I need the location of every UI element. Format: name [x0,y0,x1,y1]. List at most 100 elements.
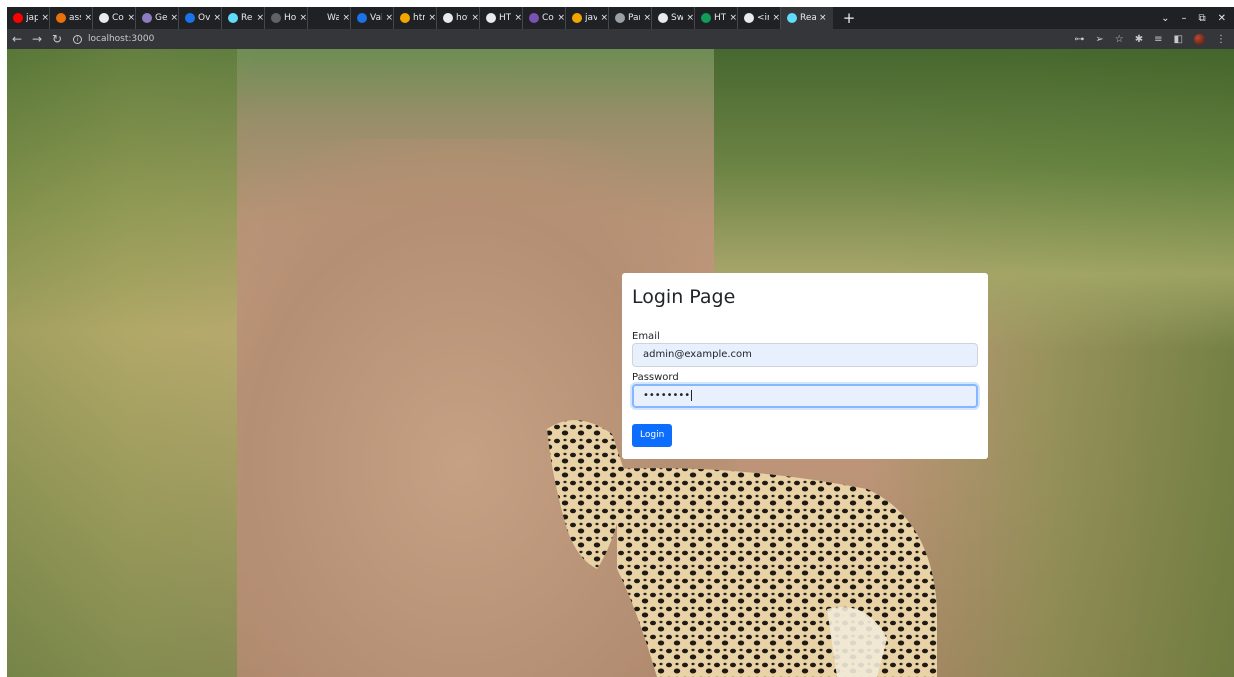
tab-close-icon[interactable]: × [385,13,393,23]
tab-close-icon[interactable]: × [84,13,92,23]
reload-icon[interactable]: ↻ [47,32,67,46]
profile-avatar[interactable] [1194,33,1205,45]
password-field[interactable]: •••••••• [632,384,978,408]
email-label: Email [632,331,660,342]
browser-tab[interactable]: japa× [7,7,50,29]
tab-favicon-icon [142,13,152,23]
browser-tab[interactable]: Vali× [351,7,394,29]
tab-favicon-icon [744,13,754,23]
tab-close-icon[interactable]: × [299,13,307,23]
extensions-area: ⊶ ➢ ☆ ✱ ≡ ◧ ⋮ [1074,33,1234,45]
browser-tab[interactable]: Rea× [222,7,265,29]
tab-close-icon[interactable]: × [471,13,479,23]
tab-title: japa [26,13,39,23]
login-card: Login Page Email admin@example.com Passw… [622,273,988,459]
tab-close-icon[interactable]: × [342,13,350,23]
menu-kebab-icon[interactable]: ⋮ [1216,34,1226,45]
tab-favicon-icon [314,13,324,23]
tab-title: htm [413,13,425,23]
tab-close-icon[interactable]: × [170,13,178,23]
tab-favicon-icon [443,13,453,23]
browser-tab[interactable]: Colo× [523,7,566,29]
browser-tab[interactable]: java× [566,7,609,29]
tab-title: Cop [112,13,124,23]
new-tab-button[interactable]: + [839,9,859,27]
browser-tab[interactable]: Hor× [265,7,308,29]
browser-tab[interactable]: Rea× [781,7,833,29]
browser-tab[interactable]: Wa × [308,7,351,29]
browser-tab[interactable]: how× [437,7,480,29]
send-icon[interactable]: ➢ [1095,34,1103,45]
browser-toolbar: ← → ↻ i localhost:3000 ⊶ ➢ ☆ ✱ ≡ ◧ ⋮ [7,29,1234,49]
tab-close-icon[interactable]: × [819,13,827,23]
tab-close-icon[interactable]: × [729,13,737,23]
tab-title: Get [155,13,168,23]
tab-close-icon[interactable]: × [686,13,694,23]
reading-list-icon[interactable]: ≡ [1154,34,1162,45]
tab-close-icon[interactable]: × [514,13,522,23]
tab-close-icon[interactable]: × [213,13,221,23]
tab-title: Wa [327,13,340,23]
tab-close-icon[interactable]: × [256,13,264,23]
tab-title: java [585,13,598,23]
tab-favicon-icon [56,13,66,23]
extensions-puzzle-icon[interactable]: ✱ [1135,34,1143,45]
close-window-icon[interactable]: ✕ [1218,13,1226,24]
tab-close-icon[interactable]: × [127,13,135,23]
tab-close-icon[interactable]: × [428,13,436,23]
tab-favicon-icon [529,13,539,23]
tab-title: Vali [370,13,382,23]
address-bar[interactable]: i localhost:3000 [73,31,1074,47]
tab-favicon-icon [701,13,711,23]
tab-title: assi [69,13,81,23]
restore-icon[interactable]: ⧉ [1198,13,1205,24]
browser-tab[interactable]: Get× [136,7,179,29]
tab-favicon-icon [787,13,797,23]
browser-tab[interactable]: htm× [394,7,437,29]
tab-title: Rea [241,13,253,23]
tab-title: how [456,13,468,23]
browser-tab[interactable]: assi× [50,7,93,29]
tab-title: Swe [671,13,684,23]
tab-favicon-icon [400,13,410,23]
window-controls: ⌄ – ⧉ ✕ [1161,13,1234,24]
browser-tab[interactable]: Cop× [93,7,136,29]
key-icon[interactable]: ⊶ [1074,34,1084,45]
forward-arrow-icon[interactable]: → [27,32,47,46]
site-info-icon[interactable]: i [73,34,82,44]
side-panel-icon[interactable]: ◧ [1174,34,1183,45]
browser-tab[interactable]: Swe× [652,7,695,29]
browser-tab[interactable]: HTM× [695,7,738,29]
tab-title: HTI [499,13,512,23]
tab-close-icon[interactable]: × [772,13,780,23]
tab-favicon-icon [99,13,109,23]
bookmark-star-icon[interactable]: ☆ [1115,34,1124,45]
tab-close-icon[interactable]: × [41,13,49,23]
browser-tab[interactable]: <inp× [738,7,781,29]
browser-tab[interactable]: HTI× [480,7,523,29]
tab-favicon-icon [228,13,238,23]
back-arrow-icon[interactable]: ← [7,32,27,46]
browser-tab[interactable]: Ove× [179,7,222,29]
tab-title: Colo [542,13,554,23]
address-url[interactable]: localhost:3000 [88,34,154,44]
tab-close-icon[interactable]: × [643,13,651,23]
tab-search-icon[interactable]: ⌄ [1161,13,1169,24]
tab-favicon-icon [357,13,367,23]
minimize-icon[interactable]: – [1181,13,1186,24]
tab-favicon-icon [271,13,281,23]
tab-title: Hor [284,13,297,23]
tab-favicon-icon [185,13,195,23]
email-field[interactable]: admin@example.com [632,343,978,367]
tab-title: <inp [757,13,769,23]
email-value: admin@example.com [643,349,752,360]
tab-favicon-icon [572,13,582,23]
tab-close-icon[interactable]: × [557,13,565,23]
browser-tab-strip: japa×assi×Cop×Get×Ove×Rea×Hor×Wa×Vali×ht… [7,7,1234,29]
tab-close-icon[interactable]: × [600,13,608,23]
browser-tab[interactable]: Part× [609,7,652,29]
text-caret [691,389,693,401]
password-value: •••••••• [643,390,691,401]
tab-favicon-icon [13,13,23,23]
login-button[interactable]: Login [632,424,673,447]
